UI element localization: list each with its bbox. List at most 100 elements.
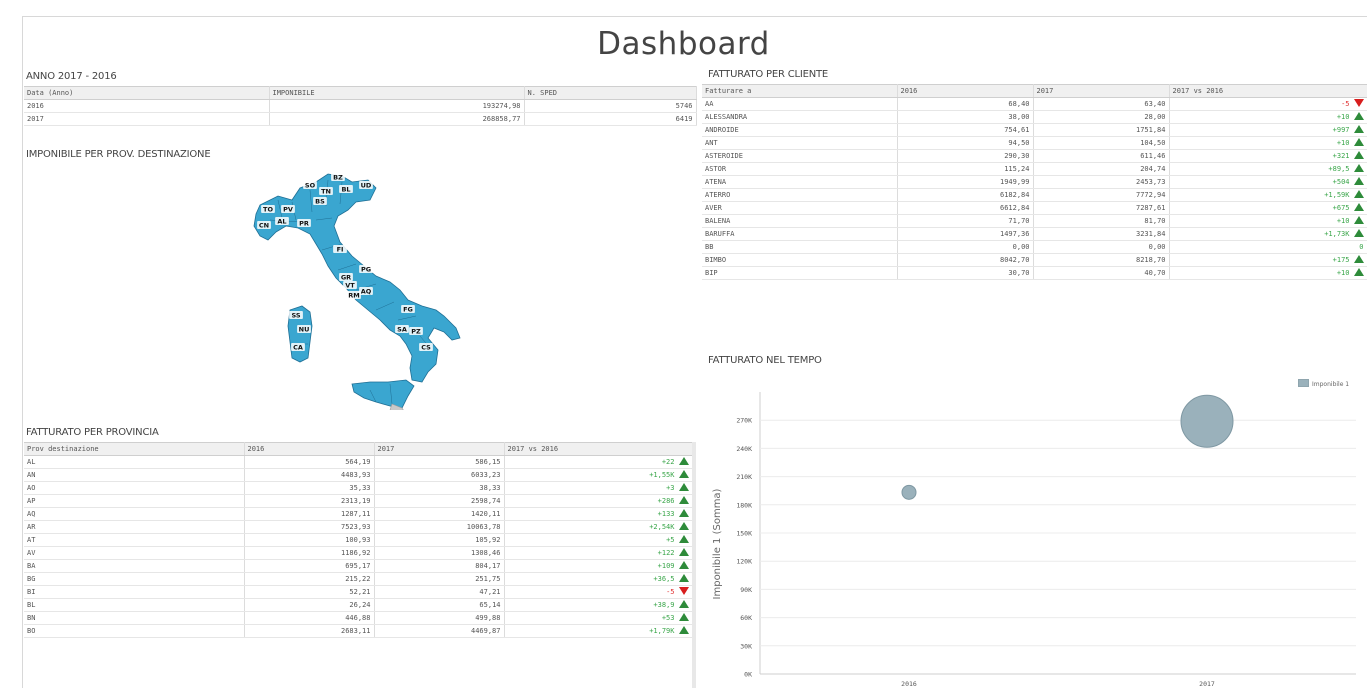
anno-cell: 193274,98 <box>269 99 525 113</box>
cliente-cell: 71,70 <box>897 214 1034 228</box>
cliente-cell: 8218,70 <box>1033 253 1170 267</box>
provincia-cell: 6033,23 <box>374 468 505 482</box>
y-axis-label: Imponibile 1 (Somma) <box>712 488 723 599</box>
table-row[interactable]: BN 446,88 499,88 +53 <box>24 611 693 625</box>
table-row[interactable]: AV 1186,92 1308,46 +122 <box>24 546 693 560</box>
delta-cell: 0 <box>1169 240 1367 254</box>
col-header[interactable]: 2017 <box>374 442 505 456</box>
cliente-cell: 81,70 <box>1033 214 1170 228</box>
y-tick-label: 30K <box>740 642 752 650</box>
col-header[interactable]: Fatturare a <box>702 84 898 98</box>
table-row[interactable]: ALESSANDRA 38,00 28,00 +10 <box>702 110 1367 124</box>
table-row[interactable]: 2016 193274,98 5746 <box>24 99 697 113</box>
y-tick-label: 90K <box>740 586 752 594</box>
cliente-cell: 30,70 <box>897 266 1034 280</box>
table-row[interactable]: BO 2683,11 4469,87 +1,79K <box>24 624 693 638</box>
provincia-cell: 215,22 <box>244 572 375 586</box>
provincia-cell: BL <box>24 598 245 612</box>
table-row[interactable]: ANT 94,50 104,50 +10 <box>702 136 1367 150</box>
table-row[interactable]: BARUFFA 1497,36 3231,84 +1,73K <box>702 227 1367 241</box>
delta-cell: +133 <box>504 507 693 521</box>
table-row[interactable]: AP 2313,19 2598,74 +286 <box>24 494 693 508</box>
provincia-cell: BA <box>24 559 245 573</box>
table-row[interactable]: AA 68,40 63,40 -5 <box>702 97 1367 111</box>
map-label: SA <box>395 325 409 334</box>
table-row[interactable]: BIP 30,70 40,70 +10 <box>702 266 1367 280</box>
triangle-up-icon <box>1353 151 1364 159</box>
region-shape[interactable] <box>351 379 415 409</box>
table-row[interactable]: BA 695,17 804,17 +109 <box>24 559 693 573</box>
map-label: VT <box>343 281 357 290</box>
anno-table: Data (Anno) IMPONIBILE N. SPED 2016 1932… <box>24 86 697 126</box>
cliente-cell: ATERRO <box>702 188 898 202</box>
provincia-table: Prov destinazione 2016 2017 2017 vs 2016 AL 5… <box>24 442 693 638</box>
provincia-cell: 65,14 <box>374 598 505 612</box>
italy-map[interactable]: BZ SO BL UD TN BS TO PV CN AL PR FI PG GRVT AQRM FG SA PZ… <box>230 160 480 410</box>
col-header[interactable]: 2016 <box>244 442 375 456</box>
anno-cell: 5746 <box>524 99 697 113</box>
cliente-cell: ANDROIDE <box>702 123 898 137</box>
map-label: PV <box>281 205 295 214</box>
table-row[interactable]: AT 100,93 105,92 +5 <box>24 533 693 547</box>
table-row[interactable]: BL 26,24 65,14 +38,9 <box>24 598 693 612</box>
table-row[interactable]: BIMBO 8042,70 8218,70 +175 <box>702 253 1367 267</box>
delta-cell: -5 <box>1169 97 1367 111</box>
table-row[interactable]: ASTOR 115,24 204,74 +89,5 <box>702 162 1367 176</box>
col-header[interactable]: 2016 <box>897 84 1034 98</box>
map-label-text: PR <box>299 220 309 228</box>
table-row[interactable]: BI 52,21 47,21 -5 <box>24 585 693 599</box>
col-header[interactable]: 2017 vs 2016 <box>504 442 693 456</box>
provincia-cell: 804,17 <box>374 559 505 573</box>
delta-cell: +122 <box>504 546 693 560</box>
bubble-chart[interactable]: Imponibile 1 (Somma) 0K 30K 60K 90K 120K 150K… <box>706 372 1367 688</box>
anno-cell: 2017 <box>24 112 270 126</box>
cliente-cell: 1949,99 <box>897 175 1034 189</box>
col-header[interactable]: Prov destinazione <box>24 442 245 456</box>
table-row[interactable]: AN 4483,93 6033,23 +1,55K <box>24 468 693 482</box>
map-label: TO <box>261 205 275 214</box>
table-row[interactable]: AO 35,33 38,33 +3 <box>24 481 693 495</box>
bubble-point[interactable] <box>1180 394 1234 448</box>
bubble-point[interactable] <box>901 484 917 500</box>
map-label: UD <box>359 181 373 190</box>
delta-cell: +5 <box>504 533 693 547</box>
table-row[interactable]: 2017 268858,77 6419 <box>24 112 697 126</box>
table-row[interactable]: ATERRO 6182,84 7772,94 +1,59K <box>702 188 1367 202</box>
table-row[interactable]: BG 215,22 251,75 +36,5 <box>24 572 693 586</box>
map-label: TN <box>319 187 333 196</box>
map-label-text: NU <box>299 326 310 334</box>
provincia-cell: 251,75 <box>374 572 505 586</box>
table-row[interactable]: AL 564,19 586,15 +22 <box>24 455 693 469</box>
table-row[interactable]: AQ 1287,11 1420,11 +133 <box>24 507 693 521</box>
y-tick-label: 150K <box>736 530 752 538</box>
triangle-up-icon <box>678 548 689 556</box>
cliente-title: FATTURATO PER CLIENTE <box>708 69 829 80</box>
delta-value: +175 <box>1332 256 1350 264</box>
table-row[interactable]: AVER 6612,84 7287,61 +675 <box>702 201 1367 215</box>
cliente-cell: 28,00 <box>1033 110 1170 124</box>
map-label: AL <box>275 217 289 226</box>
table-row[interactable]: ASTEROIDE 290,30 611,46 +321 <box>702 149 1367 163</box>
table-row[interactable]: ATENA 1949,99 2453,73 +504 <box>702 175 1367 189</box>
provincia-cell: 4469,87 <box>374 624 505 638</box>
col-header[interactable]: Data (Anno) <box>24 86 270 100</box>
x-tick-label: 2017 <box>1199 680 1215 688</box>
provincia-cell: AR <box>24 520 245 534</box>
table-row[interactable]: ANDROIDE 754,61 1751,84 +997 <box>702 123 1367 137</box>
delta-cell: +175 <box>1169 253 1367 267</box>
cliente-cell: 3231,84 <box>1033 227 1170 241</box>
col-header[interactable]: N. SPED <box>524 86 697 100</box>
delta-value: +675 <box>1332 204 1350 212</box>
col-header[interactable]: 2017 vs 2016 <box>1169 84 1367 98</box>
map-label: FI <box>333 245 347 254</box>
table-row[interactable]: AR 7523,93 10063,78 +2,54K <box>24 520 693 534</box>
provincia-scrollbar[interactable] <box>692 442 696 688</box>
col-header[interactable]: IMPONIBILE <box>269 86 525 100</box>
col-header[interactable]: 2017 <box>1033 84 1170 98</box>
provincia-cell: 100,93 <box>244 533 375 547</box>
table-row[interactable]: BB 0,00 0,00 0 <box>702 240 1367 254</box>
triangle-up-icon <box>1353 203 1364 211</box>
table-row[interactable]: BALENA 71,70 81,70 +10 <box>702 214 1367 228</box>
delta-value: -5 <box>1341 100 1350 108</box>
map-label: CS <box>419 343 433 352</box>
